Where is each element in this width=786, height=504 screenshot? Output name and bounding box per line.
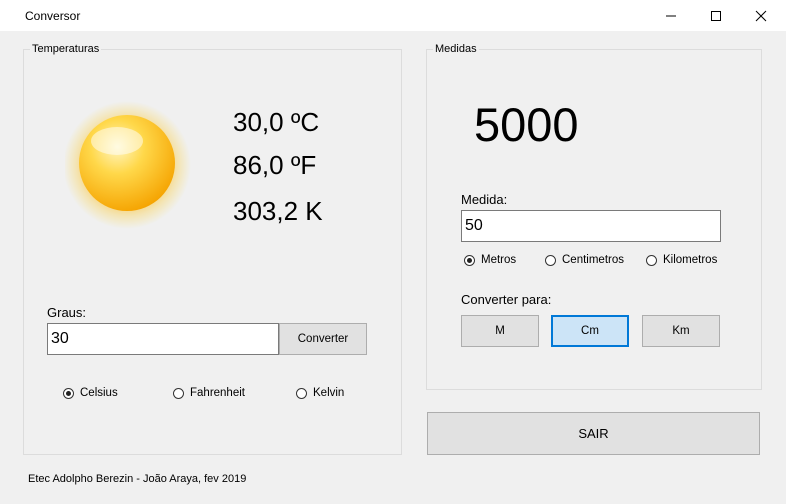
kilometros-radio-label: Kilometros: [663, 254, 718, 266]
medida-result: 5000: [474, 98, 579, 151]
kelvin-radio-circle: [296, 387, 307, 399]
maximize-icon: [711, 10, 721, 21]
kelvin-radio-label: Kelvin: [313, 387, 345, 399]
celsius-result: 30,0 ºC: [233, 107, 320, 137]
fahrenheit-radio-label: Fahrenheit: [190, 387, 245, 399]
medida-label: Medida:: [461, 192, 508, 207]
kilometros-radio[interactable]: Kilometros: [646, 254, 717, 266]
metros-radio[interactable]: Metros: [464, 254, 516, 266]
centimetros-radio[interactable]: Centimetros: [545, 254, 624, 266]
maximize-button[interactable]: [693, 0, 739, 31]
close-icon: [755, 10, 767, 21]
centimetros-radio-circle: [545, 254, 556, 266]
m-button[interactable]: M: [461, 315, 539, 347]
fahrenheit-radio-circle: [173, 387, 184, 399]
kelvin-result: 303,2 K: [233, 196, 323, 226]
fahrenheit-radio[interactable]: Fahrenheit: [173, 387, 245, 399]
fahrenheit-result: 86,0 ºF: [233, 150, 317, 180]
km-button[interactable]: Km: [642, 315, 720, 347]
kilometros-radio-circle: [646, 254, 657, 266]
converter-para-label: Converter para:: [461, 292, 552, 307]
metros-radio-label: Metros: [481, 254, 517, 266]
celsius-radio-circle: [63, 387, 74, 399]
window-title: Conversor: [25, 9, 81, 23]
temperaturas-legend: Temperaturas: [30, 43, 102, 55]
title-bar: Conversor: [0, 0, 786, 31]
sair-button[interactable]: SAIR: [427, 412, 760, 455]
footer-credit: Etec Adolpho Berezin - João Araya, fev 2…: [28, 473, 247, 485]
celsius-radio[interactable]: Celsius: [63, 387, 118, 399]
kelvin-radio[interactable]: Kelvin: [296, 387, 344, 399]
cm-button[interactable]: Cm: [551, 315, 629, 347]
minimize-icon: [666, 15, 676, 16]
converter-button[interactable]: Converter: [279, 323, 367, 355]
celsius-radio-label: Celsius: [80, 387, 118, 399]
medidas-legend: Medidas: [433, 43, 479, 55]
graus-input[interactable]: 30: [47, 323, 279, 355]
centimetros-radio-label: Centimetros: [562, 254, 624, 266]
minimize-button[interactable]: [648, 0, 694, 31]
close-button[interactable]: [738, 0, 784, 31]
medida-input[interactable]: 50: [461, 210, 721, 242]
sun-icon: [65, 101, 191, 229]
graus-label: Graus:: [47, 305, 87, 320]
metros-radio-circle: [464, 254, 475, 266]
